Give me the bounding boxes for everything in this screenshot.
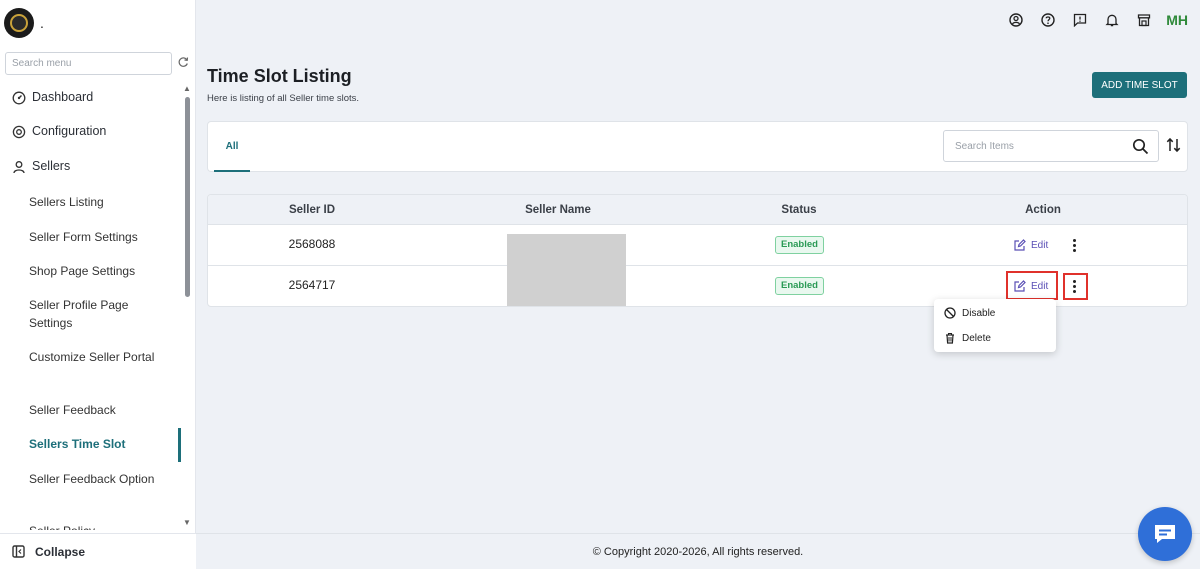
sidebar-item-configuration[interactable]: Configuration — [12, 124, 106, 139]
edit-icon — [1014, 280, 1026, 292]
sidebar-item-shop-page-settings[interactable]: Shop Page Settings — [29, 262, 169, 280]
gear-icon — [12, 125, 26, 139]
bell-icon[interactable] — [1096, 10, 1128, 30]
menu-item-delete[interactable]: Delete — [944, 332, 991, 344]
sidebar-item-label: Sellers — [32, 159, 71, 173]
sidebar-item-seller-form-settings[interactable]: Seller Form Settings — [29, 228, 169, 246]
sidebar-item-label: Sellers Time Slot — [29, 437, 126, 451]
copyright-text: © Copyright 2020-2026, All rights reserv… — [592, 545, 804, 558]
time-slot-table: Seller ID Seller Name Status Action 2568… — [207, 194, 1188, 307]
tab-all[interactable]: All — [214, 122, 250, 172]
column-header-action: Action — [1025, 204, 1061, 216]
menu-item-label: Delete — [962, 332, 991, 344]
seller-id: 2564717 — [288, 278, 336, 292]
gauge-icon — [12, 91, 26, 105]
edit-label: Edit — [1031, 239, 1049, 251]
menu-item-disable[interactable]: Disable — [944, 307, 995, 319]
edit-icon — [1014, 239, 1026, 251]
seller-id: 2568088 — [288, 237, 336, 251]
menu-search — [5, 52, 172, 75]
more-options-icon[interactable] — [1066, 235, 1082, 255]
trash-icon — [946, 332, 954, 344]
sidebar-item-label: Dashboard — [32, 90, 94, 104]
sidebar-item-label: Seller Feedback Option — [29, 472, 155, 486]
items-search-input[interactable] — [944, 131, 1124, 161]
sidebar-menu: Dashboard Configuration Sellers Sellers … — [0, 80, 182, 530]
collapse-label: Collapse — [35, 544, 86, 559]
sort-icon[interactable] — [1166, 137, 1181, 153]
sidebar-item-seller-policy[interactable]: Seller Policy — [29, 522, 169, 530]
collapse-button[interactable]: Collapse — [0, 533, 196, 569]
avatar[interactable]: MH — [1166, 12, 1188, 28]
feedback-icon[interactable] — [1064, 10, 1096, 30]
sidebar-item-seller-feedback-option[interactable]: Seller Feedback Option — [29, 470, 169, 488]
sidebar-scrollbar[interactable] — [185, 97, 190, 297]
sidebar-item-seller-feedback[interactable]: Seller Feedback — [29, 401, 169, 419]
sidebar: . Dashboard Configuration Sellers Seller… — [0, 0, 196, 569]
column-header-seller-name: Seller Name — [525, 204, 591, 216]
sidebar-item-label: Configuration — [32, 124, 107, 138]
ban-icon — [944, 307, 956, 319]
action-menu: Disable Delete — [934, 299, 1056, 352]
sidebar-item-label: Shop Page Settings — [29, 264, 136, 278]
store-icon[interactable] — [1128, 10, 1160, 30]
status-badge: Enabled — [775, 236, 824, 254]
footer: © Copyright 2020-2026, All rights reserv… — [196, 533, 1200, 569]
sidebar-item-label: Seller Form Settings — [29, 230, 138, 244]
add-time-slot-button[interactable]: ADD TIME SLOT — [1092, 72, 1187, 98]
filter-bar: All — [207, 121, 1188, 172]
page-subtitle: Here is listing of all Seller time slots… — [207, 93, 360, 104]
user-icon — [13, 161, 25, 174]
sidebar-item-label: Sellers Listing — [29, 195, 104, 209]
sidebar-item-sellers-listing[interactable]: Sellers Listing — [29, 193, 169, 211]
edit-button[interactable]: Edit — [1014, 236, 1048, 254]
chat-button[interactable] — [1138, 507, 1192, 561]
search-icon[interactable] — [1132, 138, 1149, 155]
sidebar-item-dashboard[interactable]: Dashboard — [12, 90, 93, 105]
collapse-icon — [12, 545, 25, 558]
brand[interactable]: . — [4, 8, 44, 38]
menu-search-input[interactable] — [6, 53, 171, 74]
more-options-icon[interactable] — [1066, 276, 1082, 296]
sidebar-item-label: Customize Seller Portal — [29, 350, 155, 364]
table-header: Seller ID Seller Name Status Action — [208, 195, 1187, 225]
chat-icon — [1155, 525, 1175, 543]
scroll-up-arrow-icon[interactable]: ▲ — [183, 84, 191, 93]
items-search — [943, 130, 1159, 162]
sidebar-item-label: Seller Feedback — [29, 403, 116, 417]
account-circle-icon[interactable] — [1000, 10, 1032, 30]
menu-item-label: Disable — [962, 307, 996, 319]
column-header-status: Status — [781, 204, 817, 216]
sidebar-item-seller-profile-page-settings[interactable]: Seller Profile Page Settings — [29, 296, 169, 332]
brand-logo — [4, 8, 34, 38]
sidebar-item-customize-seller-portal[interactable]: Customize Seller Portal — [29, 348, 169, 366]
edit-label: Edit — [1031, 280, 1049, 292]
edit-button[interactable]: Edit — [1014, 277, 1048, 295]
column-header-seller-id: Seller ID — [288, 204, 336, 216]
seller-name-redacted — [507, 234, 626, 306]
sidebar-item-sellers[interactable]: Sellers — [12, 159, 70, 174]
sidebar-item-sellers-time-slot[interactable]: Sellers Time Slot — [29, 435, 169, 453]
active-indicator — [178, 428, 181, 462]
topbar-actions: MH — [1000, 10, 1188, 30]
scroll-down-arrow-icon[interactable]: ▼ — [183, 518, 191, 527]
page-title: Time Slot Listing — [207, 66, 352, 86]
help-icon[interactable] — [1032, 10, 1064, 30]
sidebar-item-label: Seller Policy — [29, 522, 95, 530]
table-row: 2568088 Enabled Edit — [208, 225, 1187, 266]
sidebar-item-label: Seller Profile Page Settings — [29, 298, 129, 330]
refresh-icon[interactable] — [177, 56, 189, 68]
brand-label: . — [40, 15, 44, 31]
status-badge: Enabled — [775, 277, 824, 295]
